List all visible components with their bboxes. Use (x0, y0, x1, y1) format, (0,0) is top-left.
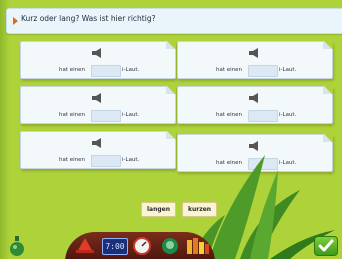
speaker-icon[interactable] (89, 92, 105, 104)
clock-button[interactable]: 7:00 (102, 238, 128, 255)
potion-bottle-icon (10, 236, 24, 256)
clock-label: 7:00 (105, 242, 125, 251)
exercise-scene: Kurz oder lang? Was ist hier richtig? ha… (0, 0, 342, 259)
speaker-icon[interactable] (246, 47, 262, 59)
card-fold (166, 86, 176, 94)
instruction-bar: Kurz oder lang? Was ist hier richtig? (6, 8, 342, 34)
answer-tile-kurzen[interactable]: kurzen (182, 202, 218, 217)
card-text-after: i-Laut. (279, 67, 297, 73)
word-card-4: hat einen i-Laut. (177, 86, 333, 124)
card-text-before: hat einen (59, 157, 86, 163)
check-button[interactable] (314, 236, 338, 256)
card-text-after: i-Laut. (122, 112, 140, 118)
answer-drop-slot[interactable] (91, 65, 121, 77)
instruction-arrow-icon (13, 17, 18, 25)
books-icon[interactable] (185, 236, 211, 256)
card-fold (166, 131, 176, 139)
speaker-icon[interactable] (89, 47, 105, 59)
word-card-1: hat einen i-Laut. (20, 41, 176, 79)
card-text-before: hat einen (59, 67, 86, 73)
speaker-icon[interactable] (246, 92, 262, 104)
card-text-after: i-Laut. (279, 112, 297, 118)
instruction-text: Kurz oder lang? Was ist hier richtig? (21, 14, 156, 23)
card-text-after: i-Laut. (122, 67, 140, 73)
answer-tile-langen[interactable]: langen (141, 202, 177, 217)
word-card-2: hat einen i-Laut. (177, 41, 333, 79)
speaker-icon[interactable] (89, 137, 105, 149)
checkmark-icon (318, 239, 334, 252)
card-text-before: hat einen (59, 112, 86, 118)
card-fold (323, 86, 333, 94)
answer-drop-slot[interactable] (248, 65, 278, 77)
card-fold (166, 41, 176, 49)
red-hat-icon[interactable] (75, 236, 95, 254)
card-text-before: hat einen (216, 112, 243, 118)
answer-drop-slot[interactable] (248, 110, 278, 122)
answer-drop-slot[interactable] (91, 110, 121, 122)
word-card-3: hat einen i-Laut. (20, 86, 176, 124)
card-text-before: hat einen (216, 67, 243, 73)
card-text-after: i-Laut. (122, 157, 140, 163)
card-fold (323, 134, 333, 142)
gauge-icon[interactable] (132, 236, 152, 256)
answer-drop-slot[interactable] (91, 155, 121, 167)
background-shade (0, 0, 10, 259)
character-icon[interactable] (160, 236, 180, 256)
card-fold (323, 41, 333, 49)
